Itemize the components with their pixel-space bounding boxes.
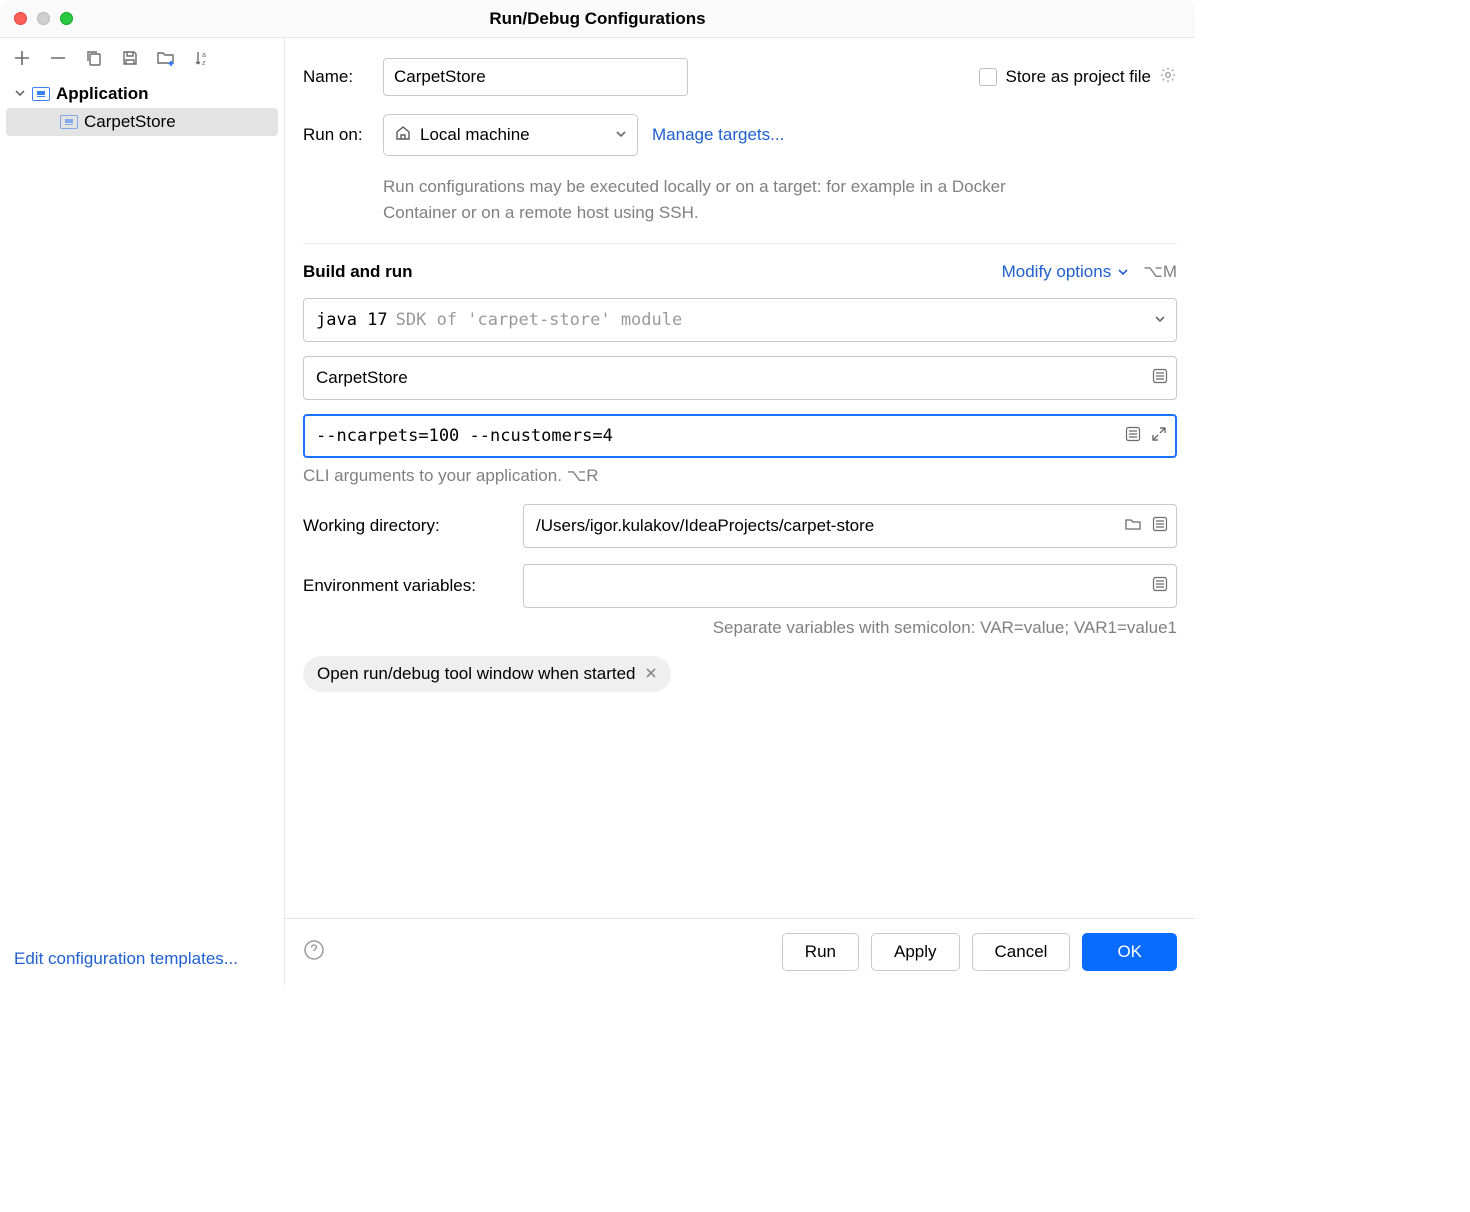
name-label: Name: [303, 67, 383, 87]
list-icon[interactable] [1152, 516, 1168, 537]
folder-icon[interactable] [1124, 516, 1142, 537]
open-tool-window-chip[interactable]: Open run/debug tool window when started [303, 656, 671, 692]
env-input[interactable] [536, 576, 1164, 596]
application-icon [60, 115, 78, 129]
cancel-button[interactable]: Cancel [972, 933, 1071, 971]
expand-icon[interactable] [1151, 426, 1167, 447]
cli-args-input[interactable] [316, 426, 1164, 446]
sdk-select[interactable]: java 17 SDK of 'carpet-store' module [303, 298, 1177, 342]
save-config-button[interactable] [120, 48, 140, 68]
close-window-button[interactable] [14, 12, 27, 25]
main-class-field[interactable] [303, 356, 1177, 400]
copy-config-button[interactable] [84, 48, 104, 68]
workdir-label: Working directory: [303, 516, 503, 536]
workdir-field[interactable] [523, 504, 1177, 548]
apply-button[interactable]: Apply [871, 933, 960, 971]
run-button[interactable]: Run [782, 933, 859, 971]
application-icon [32, 87, 50, 101]
list-icon[interactable] [1152, 368, 1168, 389]
svg-text:z: z [202, 60, 206, 67]
dialog-title: Run/Debug Configurations [489, 9, 705, 29]
add-config-button[interactable] [12, 48, 32, 68]
dialog-footer: Run Apply Cancel OK [285, 918, 1195, 985]
env-label: Environment variables: [303, 576, 503, 596]
help-button[interactable] [303, 939, 325, 966]
caret-down-icon [14, 84, 26, 104]
env-hint: Separate variables with semicolon: VAR=v… [303, 618, 1177, 638]
cli-args-caption: CLI arguments to your application. ⌥R [303, 466, 1177, 486]
run-on-help: Run configurations may be executed local… [383, 174, 1033, 225]
sdk-suffix: SDK of 'carpet-store' module [396, 310, 683, 330]
config-tree: Application CarpetStore [0, 76, 284, 939]
window-controls [0, 12, 73, 25]
run-on-label: Run on: [303, 125, 383, 145]
minimize-window-button[interactable] [37, 12, 50, 25]
folder-plus-button[interactable] [156, 48, 176, 68]
tree-group-application[interactable]: Application [0, 80, 284, 108]
tree-item-carpetstore[interactable]: CarpetStore [6, 108, 278, 136]
chip-remove-icon[interactable] [645, 664, 657, 684]
name-input[interactable] [383, 58, 688, 96]
edit-templates-link[interactable]: Edit configuration templates... [14, 949, 238, 968]
main-panel: Name: Store as project file Run on: Loca [285, 38, 1195, 985]
tree-item-label: CarpetStore [84, 112, 176, 132]
list-icon[interactable] [1152, 576, 1168, 597]
run-debug-dialog: Run/Debug Configurations [0, 0, 1195, 985]
workdir-input[interactable] [536, 516, 1164, 536]
sidebar-toolbar: az [0, 38, 284, 76]
manage-targets-link[interactable]: Manage targets... [652, 125, 784, 145]
chevron-down-icon [1117, 266, 1129, 278]
run-on-value: Local machine [420, 125, 530, 145]
env-field[interactable] [523, 564, 1177, 608]
remove-config-button[interactable] [48, 48, 68, 68]
sidebar: az Application CarpetStore Edit configur [0, 38, 285, 985]
svg-text:a: a [202, 52, 206, 59]
chevron-down-icon [1154, 310, 1166, 330]
store-project-checkbox[interactable] [979, 68, 997, 86]
chevron-down-icon [615, 125, 627, 145]
build-run-title: Build and run [303, 262, 413, 282]
cli-args-field[interactable] [303, 414, 1177, 458]
sort-az-button[interactable]: az [192, 48, 212, 68]
home-icon [394, 124, 412, 147]
sdk-value: java 17 [316, 310, 388, 330]
run-on-select[interactable]: Local machine [383, 114, 638, 156]
list-icon[interactable] [1125, 426, 1141, 447]
zoom-window-button[interactable] [60, 12, 73, 25]
gear-icon[interactable] [1159, 66, 1177, 89]
store-project-label: Store as project file [1005, 67, 1151, 87]
titlebar: Run/Debug Configurations [0, 0, 1195, 38]
ok-button[interactable]: OK [1082, 933, 1177, 971]
modify-options-kbd: ⌥M [1143, 262, 1177, 282]
modify-options-link[interactable]: Modify options [1002, 262, 1130, 282]
tree-group-label: Application [56, 84, 149, 104]
main-class-input[interactable] [316, 368, 1164, 388]
chip-label: Open run/debug tool window when started [317, 664, 635, 684]
